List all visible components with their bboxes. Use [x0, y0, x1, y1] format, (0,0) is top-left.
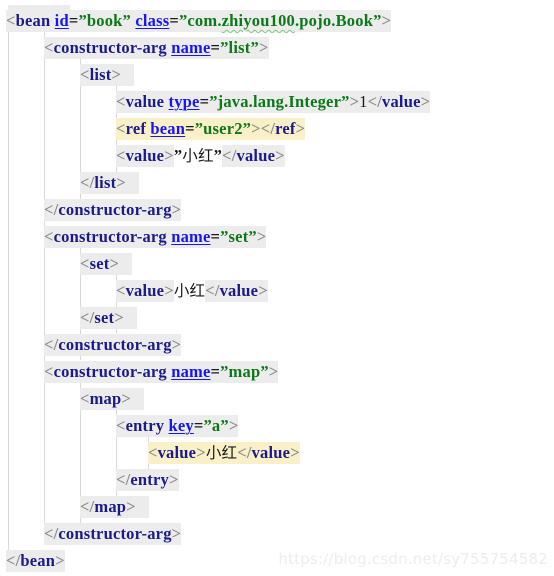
code-line-carg-map-open[interactable]: <constructor-arg name=”map”>: [0, 358, 554, 385]
code-line-carg-map-close[interactable]: </constructor-arg>: [0, 520, 554, 547]
code-listing-page: <bean id=”book” class=”com.zhiyou100.poj…: [0, 0, 554, 576]
code-line-carg-list-open[interactable]: <constructor-arg name=”list”>: [0, 34, 554, 61]
code-line-entry-close[interactable]: </entry>: [0, 466, 554, 493]
code-line-value-xiaohong-map[interactable]: <value>小红</value>: [0, 439, 554, 466]
code-line-set-close[interactable]: </set>: [0, 304, 554, 331]
code-line-set-open[interactable]: <set>: [0, 250, 554, 277]
code-line-list-close[interactable]: </list>: [0, 169, 554, 196]
xml-code-block: <bean id=”book” class=”com.zhiyou100.poj…: [0, 0, 554, 576]
code-line-map-open[interactable]: <map>: [0, 385, 554, 412]
code-line-value-xiaohong-quoted[interactable]: <value>”小红”</value>: [0, 142, 554, 169]
code-line-carg-list-close[interactable]: </constructor-arg>: [0, 196, 554, 223]
code-line-ref-user2[interactable]: <ref bean=”user2”></ref>: [0, 115, 554, 142]
code-line-carg-set-open[interactable]: <constructor-arg name=”set”>: [0, 223, 554, 250]
code-line-value-xiaohong-set[interactable]: <value>小红</value>: [0, 277, 554, 304]
code-line-carg-set-close[interactable]: </constructor-arg>: [0, 331, 554, 358]
code-line-value-integer[interactable]: <value type=”java.lang.Integer”>1</value…: [0, 88, 554, 115]
code-line-map-close[interactable]: </map>: [0, 493, 554, 520]
code-line-bean-open[interactable]: <bean id=”book” class=”com.zhiyou100.poj…: [0, 7, 554, 34]
code-line-entry-open[interactable]: <entry key=”a”>: [0, 412, 554, 439]
code-line-list-open[interactable]: <list>: [0, 61, 554, 88]
csdn-watermark: https://blog.csdn.net/sy755754582: [278, 550, 548, 568]
